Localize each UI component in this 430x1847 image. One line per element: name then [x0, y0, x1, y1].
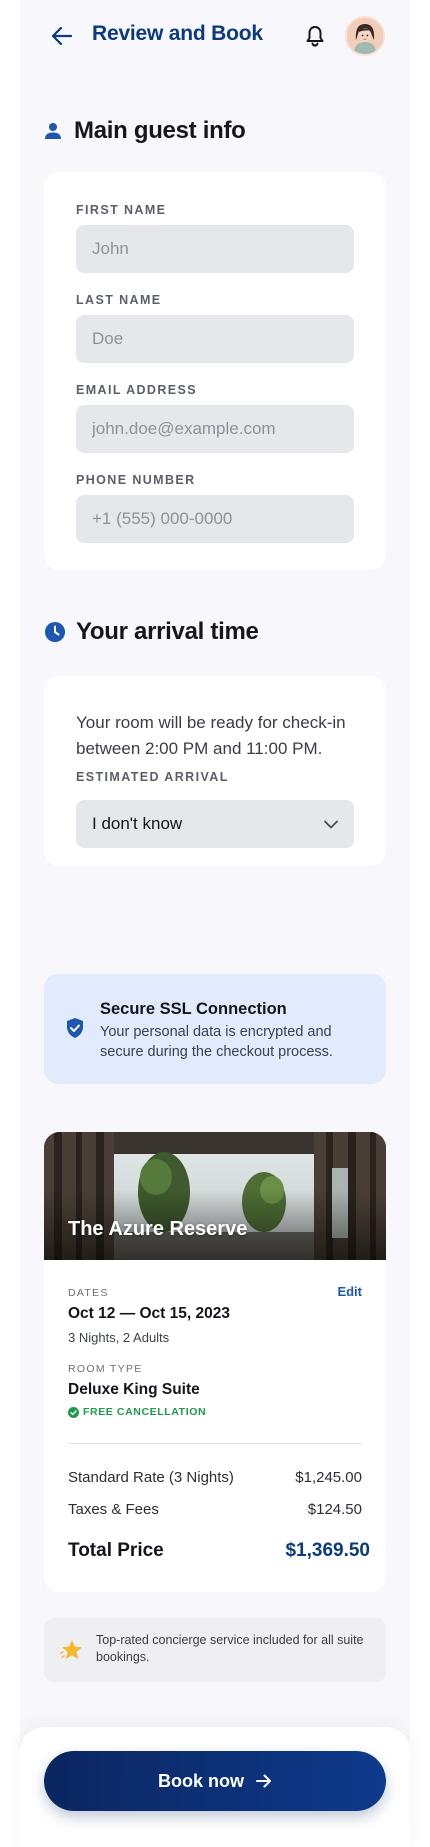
book-now-button[interactable]: Book now [44, 1751, 386, 1811]
page-title: Review and Book [92, 22, 263, 45]
clock-icon [42, 621, 68, 643]
phone-field[interactable] [76, 495, 354, 543]
phone-label: PHONE NUMBER [76, 473, 196, 487]
concierge-note: Top-rated concierge service included for… [44, 1618, 386, 1682]
dates-label: DATES [68, 1287, 109, 1299]
hotel-image: The Azure Reserve [44, 1132, 386, 1260]
rate-label: Standard Rate (3 Nights) [68, 1469, 234, 1486]
guest-info-card: FIRST NAME LAST NAME EMAIL ADDRESS PHONE… [44, 172, 386, 570]
star-icon [60, 1640, 82, 1659]
total-label: Total Price [68, 1540, 164, 1561]
rate-row: Standard Rate (3 Nights) $1,245.00 [68, 1469, 362, 1486]
arrival-heading: Your arrival time [42, 618, 259, 646]
free-cancellation-text: FREE CANCELLATION [83, 1406, 207, 1418]
ssl-description: Your personal data is encrypted and secu… [100, 1024, 333, 1060]
arrival-title: Your arrival time [76, 618, 259, 645]
bell-icon [306, 26, 324, 47]
room-type-label: ROOM TYPE [68, 1363, 143, 1375]
taxes-label: Taxes & Fees [68, 1501, 159, 1518]
arrival-select-label: ESTIMATED ARRIVAL [76, 770, 229, 784]
first-name-label: FIRST NAME [76, 203, 167, 217]
total-value: $1,369.50 [285, 1540, 370, 1561]
arrival-card: Your room will be ready for check-in bet… [44, 676, 386, 866]
bottom-action-bar: Book now [20, 1727, 410, 1847]
arrival-time-select[interactable]: I don't know [76, 800, 354, 848]
last-name-field[interactable] [76, 315, 354, 363]
book-now-label: Book now [158, 1770, 244, 1791]
avatar[interactable] [345, 16, 385, 56]
user-avatar-image [347, 18, 383, 54]
last-name-label: LAST NAME [76, 293, 162, 307]
app-screen: Review and Book Main guest info FIRST NA… [20, 0, 410, 1847]
arrow-left-icon [52, 27, 72, 45]
shield-check-icon [67, 1018, 83, 1038]
guest-info-heading: Main guest info [42, 117, 246, 145]
back-button[interactable] [46, 20, 78, 52]
booking-summary-card: The Azure Reserve DATES Edit Oct 12 — Oc… [44, 1132, 386, 1592]
stay-dates: Oct 12 — Oct 15, 2023 [68, 1305, 230, 1322]
check-circle-icon [68, 1406, 79, 1418]
arrow-right-icon [256, 1774, 272, 1788]
edit-dates-link[interactable]: Edit [337, 1284, 362, 1299]
stay-guests: 3 Nights, 2 Adults [68, 1330, 170, 1345]
hotel-name: The Azure Reserve [68, 1218, 248, 1240]
top-app-bar: Review and Book [20, 0, 410, 72]
taxes-value: $124.50 [307, 1501, 362, 1518]
email-label: EMAIL ADDRESS [76, 383, 197, 397]
arrival-select-value: I don't know [92, 814, 183, 833]
room-type: Deluxe King Suite [68, 1381, 200, 1398]
ssl-title: Secure SSL Connection [100, 1000, 287, 1018]
check-in-info: Your room will be ready for check-in bet… [76, 713, 346, 758]
concierge-text: Top-rated concierge service included for… [96, 1633, 364, 1664]
divider [68, 1443, 362, 1444]
free-cancellation-badge: FREE CANCELLATION [68, 1406, 206, 1418]
taxes-row: Taxes & Fees $124.50 [68, 1501, 362, 1518]
guest-info-title: Main guest info [74, 117, 246, 144]
ssl-notice: Secure SSL Connection Your personal data… [44, 974, 386, 1084]
total-row: Total Price $1,369.50 [68, 1540, 370, 1562]
rate-value: $1,245.00 [295, 1469, 362, 1486]
notifications-button[interactable] [299, 20, 331, 52]
chevron-down-icon [324, 820, 338, 828]
email-field[interactable] [76, 405, 354, 453]
person-icon [42, 120, 64, 142]
first-name-field[interactable] [76, 225, 354, 273]
